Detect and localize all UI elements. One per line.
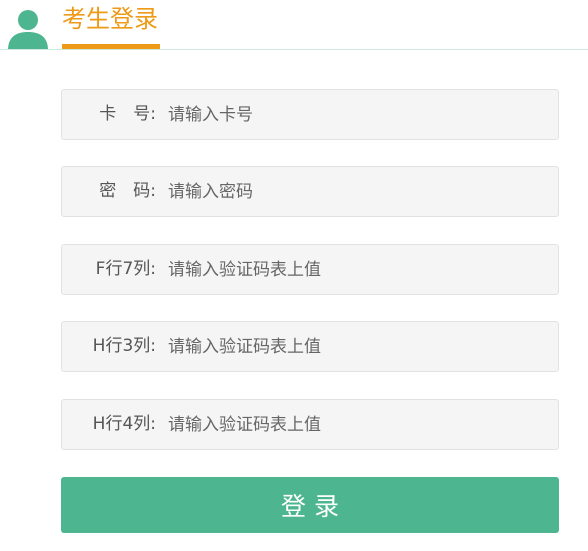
verify-code-h3-field[interactable]: H行3列: — [61, 321, 559, 372]
verify-code-f7-input[interactable] — [168, 245, 548, 294]
verify-code-h4-input[interactable] — [168, 400, 548, 449]
verify-code-h4-label: H行4列: — [92, 414, 156, 434]
login-title-tab: 考生登录 — [62, 0, 160, 50]
header-divider — [0, 49, 588, 50]
user-avatar-icon — [8, 10, 48, 50]
card-number-label: 卡 号: — [99, 104, 156, 124]
password-field[interactable]: 密 码: — [61, 166, 559, 217]
password-label: 密 码: — [99, 181, 156, 201]
page-title: 考生登录 — [62, 5, 158, 33]
login-page: 考生登录 卡 号: 密 码: F行7列: H行3列: H行4列: 登录 — [0, 0, 588, 551]
login-header: 考生登录 — [0, 0, 588, 52]
verify-code-h3-input[interactable] — [168, 322, 548, 371]
verify-code-h3-label: H行3列: — [92, 336, 156, 356]
verify-code-h4-field[interactable]: H行4列: — [61, 399, 559, 450]
card-number-input[interactable] — [168, 90, 548, 139]
card-number-field[interactable]: 卡 号: — [61, 89, 559, 140]
verify-code-f7-label: F行7列: — [95, 259, 156, 279]
password-input[interactable] — [168, 167, 548, 216]
verify-code-f7-field[interactable]: F行7列: — [61, 244, 559, 295]
login-button[interactable]: 登录 — [61, 477, 559, 533]
